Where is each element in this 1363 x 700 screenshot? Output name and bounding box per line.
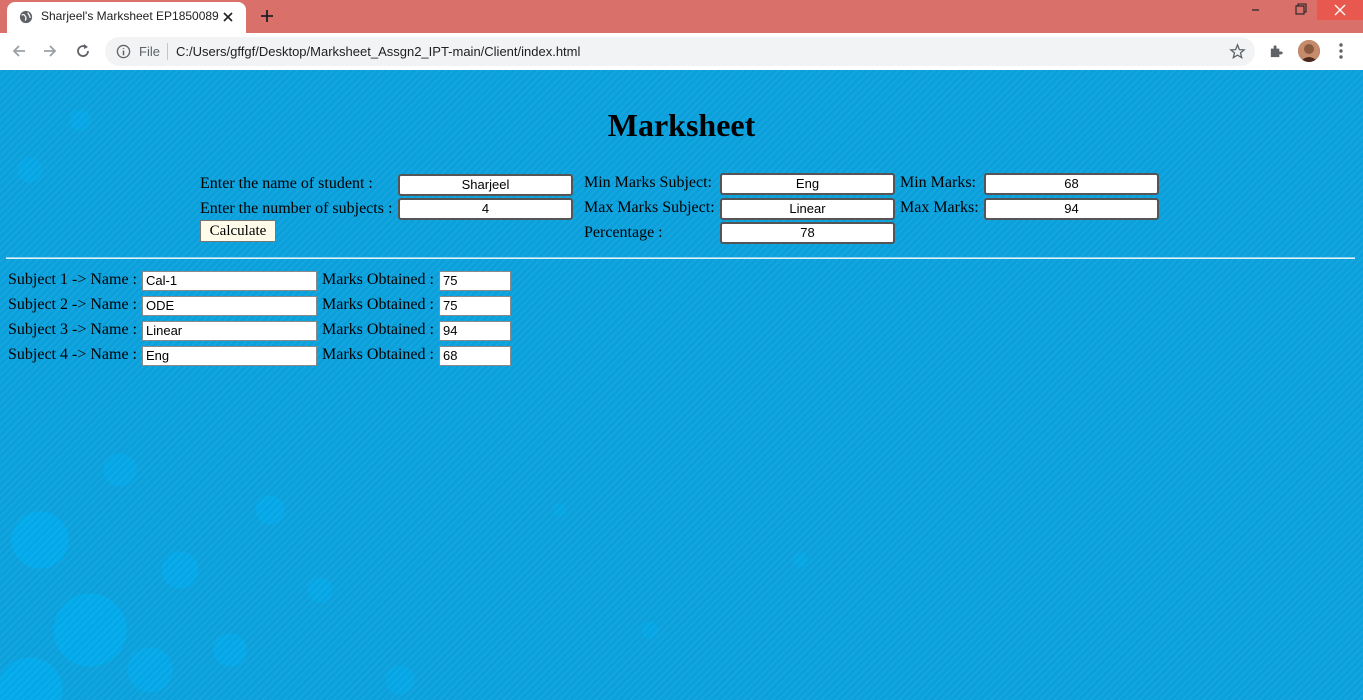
min-marks-field[interactable]: 68 (984, 173, 1159, 195)
subject-name-label: Subject 3 -> Name : (8, 321, 137, 338)
marks-obtained-label: Marks Obtained : (322, 346, 434, 363)
back-icon[interactable] (10, 42, 28, 60)
min-subject-field[interactable]: Eng (720, 173, 895, 195)
max-subject-field[interactable]: Linear (720, 198, 895, 220)
marks-obtained-input[interactable]: 75 (439, 296, 511, 316)
subject-name-input[interactable]: Cal-1 (142, 271, 317, 291)
subject-name-label: Subject 2 -> Name : (8, 296, 137, 313)
subject-name-label: Subject 1 -> Name : (8, 271, 137, 288)
marks-obtained-input[interactable]: 68 (439, 346, 511, 366)
scheme-divider (167, 43, 168, 60)
profile-avatar[interactable] (1298, 40, 1320, 62)
new-tab-icon[interactable] (258, 7, 276, 25)
percentage-label: Percentage : (584, 224, 663, 241)
url-text[interactable]: C:/Users/gffgf/Desktop/Marksheet_Assgn2_… (176, 44, 580, 59)
subject-name-input[interactable]: Eng (142, 346, 317, 366)
extensions-puzzle-icon[interactable] (1268, 43, 1285, 60)
window-close-icon[interactable] (1317, 0, 1363, 20)
percentage-field[interactable]: 78 (720, 222, 895, 244)
max-marks-label: Max Marks: (900, 199, 979, 216)
marks-obtained-label: Marks Obtained : (322, 271, 434, 288)
marks-obtained-input[interactable]: 75 (439, 271, 511, 291)
section-divider (6, 257, 1355, 259)
forward-icon[interactable] (41, 42, 59, 60)
page-title: Marksheet (607, 107, 756, 143)
subject-name-input[interactable]: Linear (142, 321, 317, 341)
calculate-button[interactable]: Calculate (200, 220, 276, 242)
bookmark-star-icon[interactable] (1229, 43, 1246, 60)
marks-obtained-label: Marks Obtained : (322, 321, 434, 338)
subjects-count-label: Enter the number of subjects : (200, 200, 393, 217)
marks-obtained-label: Marks Obtained : (322, 296, 434, 313)
min-subject-label: Min Marks Subject: (584, 174, 712, 191)
reload-icon[interactable] (74, 42, 92, 60)
marks-obtained-input[interactable]: 94 (439, 321, 511, 341)
student-name-label: Enter the name of student : (200, 175, 373, 192)
browser-tab[interactable]: Sharjeel's Marksheet EP1850089 (7, 2, 246, 33)
scheme-label: File (139, 44, 160, 59)
min-marks-label: Min Marks: (900, 174, 976, 191)
tab-strip: Sharjeel's Marksheet EP1850089 (0, 0, 1363, 33)
subject-name-label: Subject 4 -> Name : (8, 346, 137, 363)
info-icon[interactable] (116, 44, 131, 59)
more-menu-icon[interactable] (1333, 42, 1349, 60)
page-content: Marksheet Enter the name of student : Sh… (0, 70, 1363, 700)
subject-name-input[interactable]: ODE (142, 296, 317, 316)
browser-toolbar: File C:/Users/gffgf/Desktop/Marksheet_As… (0, 33, 1363, 71)
globe-icon (19, 10, 33, 24)
restore-icon[interactable] (1276, 0, 1322, 20)
avatar-image (1298, 40, 1320, 62)
subjects-count-input[interactable]: 4 (398, 198, 573, 220)
student-name-input[interactable]: Sharjeel (398, 174, 573, 196)
max-subject-label: Max Marks Subject: (584, 199, 715, 216)
max-marks-field[interactable]: 94 (984, 198, 1159, 220)
address-bar[interactable]: File C:/Users/gffgf/Desktop/Marksheet_As… (105, 37, 1255, 66)
close-tab-icon[interactable] (221, 10, 235, 24)
tab-title: Sharjeel's Marksheet EP1850089 (41, 9, 219, 23)
